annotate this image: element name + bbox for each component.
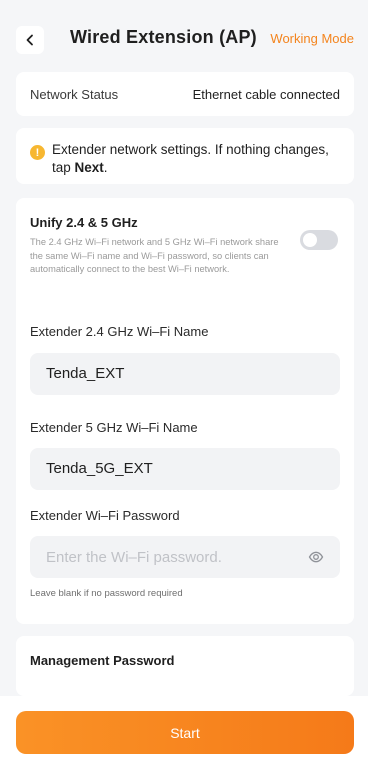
ssid-24-value: Tenda_EXT: [46, 365, 125, 382]
working-mode-link[interactable]: Working Mode: [270, 31, 354, 46]
password-field: [30, 536, 340, 578]
toggle-knob: [303, 233, 317, 247]
notice-text: Extender network settings. If nothing ch…: [52, 142, 329, 175]
page-title: Wired Extension (AP): [70, 27, 257, 47]
warning-icon: !: [30, 145, 45, 160]
password-hint: Leave blank if no password required: [30, 588, 183, 599]
ssid-24-label: Extender 2.4 GHz Wi–Fi Name: [30, 324, 209, 339]
ssid-5-field[interactable]: Tenda_5G_EXT: [30, 448, 340, 490]
unify-description: The 2.4 GHz Wi–Fi network and 5 GHz Wi–F…: [30, 237, 279, 275]
network-status-label: Network Status: [30, 87, 119, 102]
ssid-5-value: Tenda_5G_EXT: [46, 460, 153, 477]
unify-title: Unify 2.4 & 5 GHz: [30, 215, 138, 230]
wifi-settings-card: Unify 2.4 & 5 GHz The 2.4 GHz Wi–Fi netw…: [16, 198, 354, 624]
header-bar: Wired Extension (AP) Working Mode: [0, 0, 368, 76]
network-status-card: Network Status Ethernet cable connected: [16, 72, 354, 116]
footer-bar: Start: [0, 696, 368, 762]
management-title: Management Password: [30, 653, 175, 668]
ssid-5-label: Extender 5 GHz Wi–Fi Name: [30, 420, 198, 435]
password-label: Extender Wi–Fi Password: [30, 508, 180, 523]
network-status-value: Ethernet cable connected: [192, 87, 340, 102]
ssid-24-field[interactable]: Tenda_EXT: [30, 353, 340, 395]
start-button[interactable]: Start: [16, 711, 354, 754]
password-input[interactable]: [46, 546, 286, 568]
unify-toggle[interactable]: [300, 230, 338, 250]
eye-icon[interactable]: [308, 549, 324, 565]
chevron-left-icon: [26, 34, 33, 46]
back-button[interactable]: [16, 26, 44, 54]
notice-card: ! Extender network settings. If nothing …: [16, 128, 354, 184]
management-card: Management Password: [16, 636, 354, 696]
notice-next-text: Next: [74, 160, 104, 175]
